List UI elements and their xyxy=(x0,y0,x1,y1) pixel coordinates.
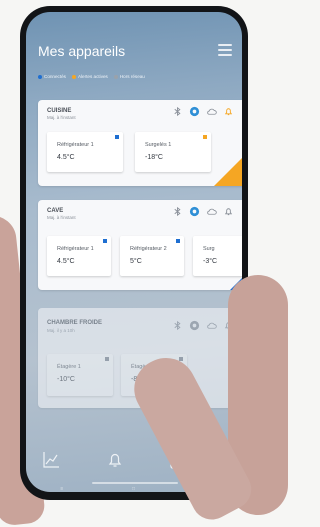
cloud-icon xyxy=(207,208,217,215)
legend-connected: Connectés xyxy=(38,74,66,79)
room-card-cuisine[interactable]: CUISINE Maj. à l'instant Réfrigérateur 1… xyxy=(38,100,242,186)
device-list: Réfrigérateur 1 4.5°C Surgelés 1 -18°C xyxy=(47,132,211,172)
device-name: Réfrigérateur 1 xyxy=(57,246,94,252)
device-name: Réfrigérateur 2 xyxy=(130,246,167,252)
device-tile[interactable]: Réfrigérateur 2 5°C xyxy=(120,236,184,276)
device-name: Étagère 1 xyxy=(57,364,81,370)
room-update-time: Maj. à l'instant xyxy=(47,115,76,120)
home-button[interactable]: □ xyxy=(132,486,135,492)
home-indicator xyxy=(92,482,178,484)
room-update-time: Maj. à l'instant xyxy=(47,215,76,220)
legend-alerts: Alertes actives xyxy=(71,74,108,79)
room-name: CAVE xyxy=(47,208,64,214)
legend-offline: Hors réseau xyxy=(113,74,145,79)
cloud-icon xyxy=(207,322,217,329)
device-temperature: 4.5°C xyxy=(57,154,75,161)
status-flag xyxy=(103,239,107,243)
room-status-icons xyxy=(172,206,234,217)
device-temperature: 4.5°C xyxy=(57,258,75,265)
device-temperature: -3°C xyxy=(203,258,218,265)
menu-icon[interactable] xyxy=(218,44,232,56)
device-tile[interactable]: Surg -3°C xyxy=(193,236,242,276)
gear-icon[interactable] xyxy=(189,106,200,117)
room-status-icons xyxy=(172,320,234,331)
bluetooth-icon xyxy=(174,106,181,117)
device-name: Surgelés 1 xyxy=(145,142,172,148)
bell-icon[interactable] xyxy=(106,450,124,470)
device-temperature: -10°C xyxy=(57,376,75,383)
room-name: CUISINE xyxy=(47,108,72,114)
device-tile[interactable]: Réfrigérateur 1 4.5°C xyxy=(47,236,111,276)
device-list: Réfrigérateur 1 4.5°C Réfrigérateur 2 5°… xyxy=(47,236,242,276)
room-name: CHAMBRE FROIDE xyxy=(47,320,102,326)
chart-icon[interactable] xyxy=(42,450,60,470)
status-flag xyxy=(105,357,109,361)
room-card-cave[interactable]: CAVE Maj. à l'instant Réfrigérateur 1 4.… xyxy=(38,200,242,290)
device-name: Réfrigérateur 1 xyxy=(57,142,94,148)
bell-icon[interactable] xyxy=(223,106,234,117)
status-flag xyxy=(203,135,207,139)
device-name: Surg xyxy=(203,246,215,252)
device-tile[interactable]: Étagère 1 -10°C xyxy=(47,354,113,396)
cloud-icon xyxy=(207,108,217,115)
status-legend: Connectés Alertes actives Hors réseau xyxy=(38,74,236,79)
device-tile[interactable]: Surgelés 1 -18°C xyxy=(135,132,211,172)
device-tile[interactable]: Réfrigérateur 1 4.5°C xyxy=(47,132,123,172)
bluetooth-icon xyxy=(174,320,181,331)
bluetooth-icon xyxy=(174,206,181,217)
room-status-icons xyxy=(172,106,234,117)
bell-icon[interactable] xyxy=(223,206,234,217)
device-temperature: 5°C xyxy=(130,258,142,265)
recent-apps-button[interactable]: ≡ xyxy=(60,486,63,492)
room-update-time: Maj. il y a 10h xyxy=(47,328,75,333)
status-flag xyxy=(115,135,119,139)
gear-icon[interactable] xyxy=(189,206,200,217)
alert-corner xyxy=(214,152,242,186)
device-temperature: -18°C xyxy=(145,154,163,161)
page-title: Mes appareils xyxy=(38,43,126,59)
status-flag xyxy=(176,239,180,243)
gear-icon[interactable] xyxy=(189,320,200,331)
